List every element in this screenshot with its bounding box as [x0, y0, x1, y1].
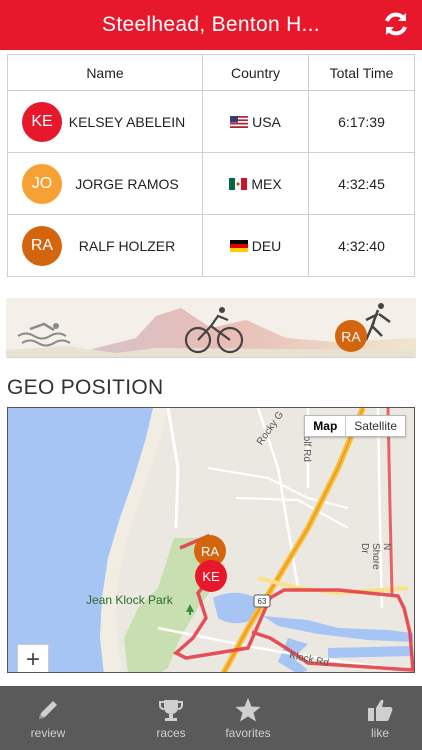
germany-flag-icon: [229, 239, 248, 252]
map-label-route: 63: [257, 597, 267, 606]
tab-review[interactable]: review: [22, 686, 74, 750]
athlete-name: JORGE RAMOS: [75, 175, 179, 192]
section-title-geo-position: GEO POSITION: [7, 376, 164, 399]
tab-label-like: like: [370, 725, 389, 740]
progress-marker-label: RA: [341, 329, 361, 345]
zoom-in-button[interactable]: +: [17, 644, 49, 672]
map-type-map-button[interactable]: Map: [305, 416, 347, 436]
map-marker-ke[interactable]: KE: [195, 560, 227, 592]
tab-label-review: review: [30, 725, 66, 740]
star-icon: [235, 697, 261, 721]
pencil-icon: [39, 700, 57, 719]
usa-flag-icon: [230, 115, 249, 128]
athlete-name: KELSEY ABELEIN: [68, 113, 186, 130]
column-header-name[interactable]: Name: [7, 54, 203, 91]
race-progress-banner: RA: [6, 298, 416, 358]
country-code: MEX: [251, 175, 282, 192]
refresh-icon: [385, 12, 407, 36]
country-code: USA: [252, 113, 281, 130]
table-row[interactable]: KE KELSEY ABELEIN USA 6:17:39: [7, 90, 415, 153]
refresh-button[interactable]: [380, 8, 412, 40]
avatar: RA: [22, 225, 62, 266]
column-header-total-time[interactable]: Total Time: [308, 54, 415, 91]
trophy-icon: [159, 699, 183, 721]
total-time: 4:32:45: [308, 152, 415, 215]
app-header: Steelhead, Benton H...: [0, 0, 422, 50]
table-row[interactable]: JO JORGE RAMOS MEX 4:32:45: [7, 152, 415, 215]
map-view[interactable]: Jean Klock Park Rocky G Golf Rd N Shore …: [7, 407, 415, 673]
map-label-park: Jean Klock Park: [86, 593, 173, 607]
total-time: 6:17:39: [308, 90, 415, 153]
tab-label-races: races: [156, 725, 186, 740]
mexico-flag-icon: [229, 177, 248, 190]
athlete-name: RALF HOLZER: [78, 237, 176, 254]
page-title: Steelhead, Benton H...: [102, 13, 320, 36]
map-label-shore: N Shore Dr: [359, 543, 392, 570]
total-time: 4:32:40: [308, 214, 415, 277]
bottom-tab-bar: review races favorites like: [0, 686, 422, 750]
country-code: DEU: [251, 237, 282, 254]
table-row[interactable]: RA RALF HOLZER DEU 4:32:40: [7, 214, 415, 277]
tab-races[interactable]: races: [145, 686, 197, 750]
avatar: JO: [22, 163, 62, 204]
map-type-toggle: Map Satellite: [304, 415, 406, 437]
tab-favorites[interactable]: favorites: [218, 686, 278, 750]
race-landscape-graphic: RA: [6, 298, 416, 357]
results-table: Name Country Total Time KE KELSEY ABELEI…: [7, 54, 415, 277]
tab-label-favorites: favorites: [225, 725, 271, 740]
column-header-country[interactable]: Country: [202, 54, 309, 91]
avatar: KE: [22, 101, 62, 142]
tab-like[interactable]: like: [356, 686, 404, 750]
map-type-satellite-button[interactable]: Satellite: [346, 416, 405, 436]
thumbs-up-icon: [368, 699, 393, 721]
